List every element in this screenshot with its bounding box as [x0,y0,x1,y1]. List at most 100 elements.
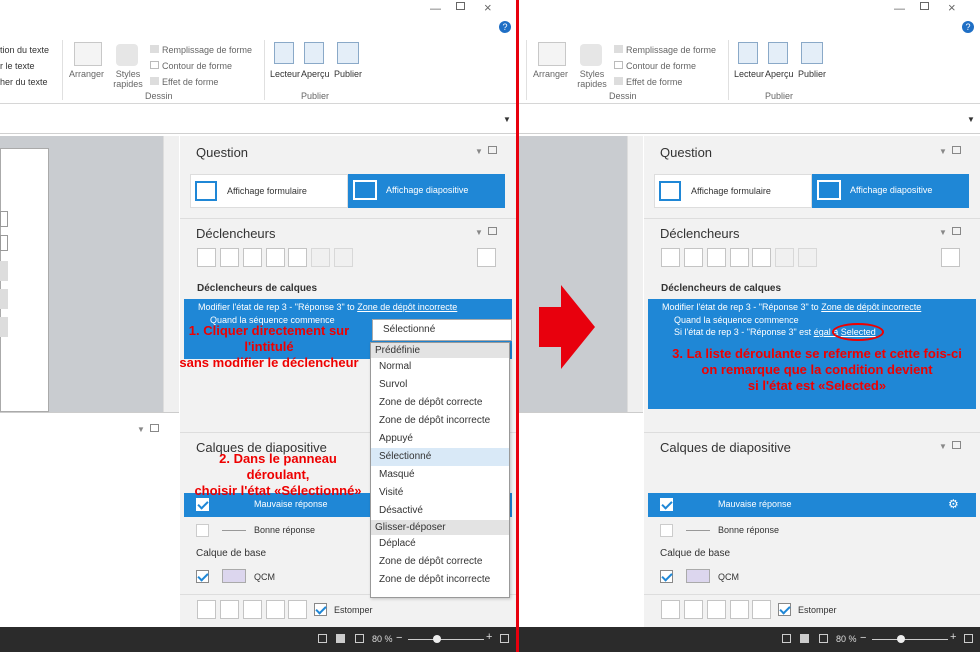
paste-layer-button[interactable] [266,600,285,619]
restore-icon[interactable] [150,424,159,432]
fit-view-icon[interactable] [355,634,364,643]
form-view-button[interactable]: Affichage formulaire [654,174,812,208]
new-trigger-button[interactable] [197,248,216,267]
chevron-down-icon[interactable]: ▼ [967,115,975,124]
chevron-down-icon[interactable]: ▼ [939,442,947,451]
zoom-slider[interactable] [408,639,484,640]
layer-row-selected[interactable]: Mauvaise réponse ⚙ [648,493,976,517]
arrange-button[interactable]: Arranger [69,69,104,79]
zoom-out-icon[interactable]: − [396,632,402,644]
fill-button[interactable]: Remplissage de forme [150,42,252,58]
new-layer-button[interactable] [661,600,680,619]
variables-button[interactable] [941,248,960,267]
gear-icon[interactable]: ⚙ [948,497,959,511]
restore-icon[interactable] [488,146,497,154]
edit-trigger-button[interactable] [684,248,703,267]
grid-view-icon[interactable] [318,634,327,643]
fade-checkbox[interactable] [778,603,791,616]
fade-checkbox[interactable] [314,603,327,616]
variables-button[interactable] [477,248,496,267]
normal-view-icon[interactable] [336,634,345,643]
paste-trigger-button[interactable] [266,248,285,267]
dropdown-item[interactable]: Appuyé [371,430,509,448]
fill-button[interactable]: Remplissage de forme [614,42,716,58]
dropdown-item-highlighted[interactable]: Sélectionné [371,448,509,466]
dropdown-item[interactable]: Survol [371,376,509,394]
chevron-down-icon[interactable]: ▼ [475,228,483,237]
edit-trigger-button[interactable] [220,248,239,267]
ribbon-text-item[interactable]: her du texte [0,74,49,90]
arrange-button[interactable]: Arranger [533,69,568,79]
copy-layer-button[interactable] [243,600,262,619]
duplicate-layer-button[interactable] [684,600,703,619]
delete-layer-button[interactable] [752,600,771,619]
effect-button[interactable]: Effet de forme [150,74,252,90]
delete-trigger-button[interactable] [752,248,771,267]
chevron-down-icon[interactable]: ▼ [137,425,145,434]
move-up-button[interactable] [311,248,330,267]
paste-layer-button[interactable] [730,600,749,619]
restore-icon[interactable] [952,227,961,235]
vertical-scrollbar[interactable] [627,136,643,412]
preview-button[interactable]: Aperçu [765,69,794,79]
move-down-button[interactable] [334,248,353,267]
help-icon[interactable]: ? [962,21,974,33]
layer-visibility-checkbox[interactable] [660,524,673,537]
base-layer-row[interactable]: QCM [648,566,976,590]
fit-view-icon[interactable] [819,634,828,643]
minimize-icon[interactable]: — [430,3,441,15]
font-combo-bar[interactable]: ▼ [519,108,980,134]
dropdown-item[interactable]: Masqué [371,466,509,484]
restore-icon[interactable] [456,2,465,10]
paste-trigger-button[interactable] [730,248,749,267]
publish-button[interactable]: Publier [798,69,826,79]
copy-layer-button[interactable] [707,600,726,619]
zoom-in-icon[interactable]: + [486,631,492,643]
restore-icon[interactable] [920,2,929,10]
chevron-down-icon[interactable]: ▼ [939,228,947,237]
zoom-in-icon[interactable]: + [950,631,956,643]
zoom-slider-thumb[interactable] [433,635,441,643]
grid-view-icon[interactable] [782,634,791,643]
restore-icon[interactable] [488,227,497,235]
styles-button[interactable]: Styles rapides [574,69,610,89]
reader-button[interactable]: Lecteur [270,69,300,79]
restore-icon[interactable] [952,441,961,449]
copy-trigger-button[interactable] [243,248,262,267]
state-dropdown-list[interactable]: Prédéfinie Normal Survol Zone de dépôt c… [370,342,510,598]
layer-visibility-checkbox[interactable] [660,570,673,583]
slide-view-button[interactable]: Affichage diapositive [348,174,505,208]
form-view-button[interactable]: Affichage formulaire [190,174,348,208]
state-select[interactable]: Sélectionné [372,319,512,341]
move-up-button[interactable] [775,248,794,267]
publish-button[interactable]: Publier [334,69,362,79]
chevron-down-icon[interactable]: ▼ [503,115,511,124]
dropdown-item[interactable]: Déplacé [371,535,509,553]
outline-button[interactable]: Contour de forme [150,58,252,74]
duplicate-layer-button[interactable] [220,600,239,619]
dropdown-item[interactable]: Zone de dépôt incorrecte [371,571,509,589]
zoom-slider[interactable] [872,639,948,640]
layer-row[interactable]: Bonne réponse [648,519,976,543]
font-combo-bar[interactable]: ▼ [0,108,516,134]
new-trigger-button[interactable] [661,248,680,267]
minimize-icon[interactable]: — [894,3,905,15]
dropdown-item[interactable]: Désactivé [371,502,509,520]
state-link[interactable]: Zone de dépôt incorrecte [821,302,921,312]
close-icon[interactable]: × [484,0,492,15]
layer-visibility-checkbox[interactable] [660,498,673,511]
close-icon[interactable]: × [948,0,956,15]
dropdown-item[interactable]: Visité [371,484,509,502]
preview-button[interactable]: Aperçu [301,69,330,79]
effect-button[interactable]: Effet de forme [614,74,716,90]
layer-visibility-checkbox[interactable] [196,570,209,583]
layer-visibility-checkbox[interactable] [196,524,209,537]
dropdown-item[interactable]: Zone de dépôt incorrecte [371,412,509,430]
normal-view-icon[interactable] [800,634,809,643]
state-link[interactable]: Zone de dépôt incorrecte [357,302,457,312]
outline-button[interactable]: Contour de forme [614,58,716,74]
chevron-down-icon[interactable]: ▼ [939,147,947,156]
copy-trigger-button[interactable] [707,248,726,267]
dropdown-item[interactable]: Zone de dépôt correcte [371,394,509,412]
slide-view-button[interactable]: Affichage diapositive [812,174,969,208]
